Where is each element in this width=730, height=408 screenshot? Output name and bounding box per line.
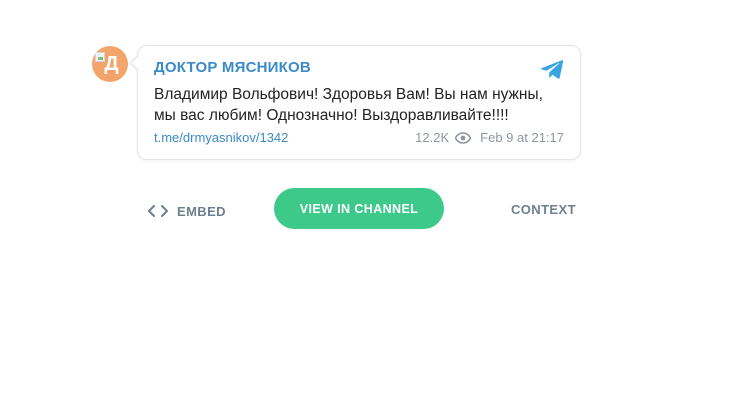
view-in-channel-label: VIEW IN CHANNEL: [299, 201, 419, 216]
message-bubble: ДОКТОР МЯСНИКОВ Владимир Вольфович! Здор…: [129, 45, 581, 160]
code-icon: [148, 205, 168, 217]
telegram-icon[interactable]: [540, 58, 564, 80]
view-in-channel-button[interactable]: VIEW IN CHANNEL: [274, 188, 444, 229]
channel-name[interactable]: ДОКТОР МЯСНИКОВ: [154, 59, 311, 76]
post-footer: t.me/drmyasnikov/1342 12.2K Feb 9 at 21:…: [154, 130, 564, 146]
eye-icon: [455, 131, 472, 144]
context-button[interactable]: CONTEXT: [511, 202, 576, 220]
post-date[interactable]: Feb 9 at 21:17: [480, 130, 564, 145]
avatar-letter: Д: [104, 53, 119, 75]
view-count: 12.2K: [415, 130, 450, 145]
post-meta: 12.2K Feb 9 at 21:17: [415, 130, 564, 145]
post-link[interactable]: t.me/drmyasnikov/1342: [154, 130, 288, 145]
post-text: Владимир Вольфович! Здоровья Вам! Вы нам…: [154, 86, 543, 124]
embed-button[interactable]: EMBED: [148, 201, 226, 221]
embed-label: EMBED: [177, 203, 226, 219]
channel-avatar[interactable]: Д: [92, 46, 128, 82]
